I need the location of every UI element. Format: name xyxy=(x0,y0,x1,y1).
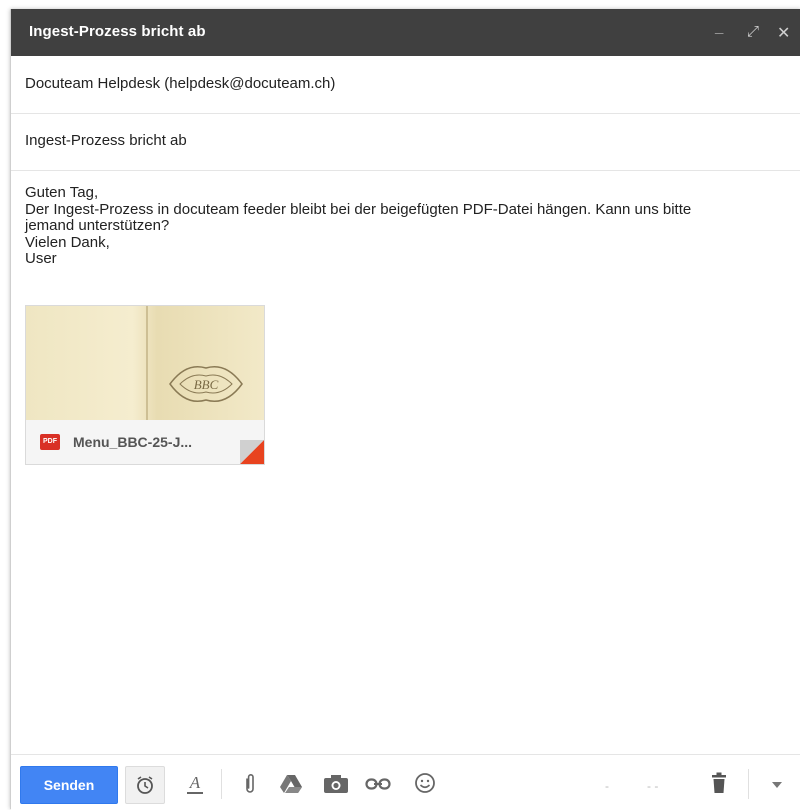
emblem-text: BBC xyxy=(194,377,219,392)
message-body[interactable]: Guten Tag, Der Ingest-Prozess in docutea… xyxy=(25,184,795,268)
compose-toolbar: Senden A - - - xyxy=(11,754,800,810)
discard-icon[interactable] xyxy=(711,772,727,794)
body-line: jemand unterstützen? xyxy=(25,217,170,234)
body-line: Der Ingest-Prozess in docuteam feeder bl… xyxy=(25,200,692,218)
svg-text:A: A xyxy=(189,773,201,792)
attachment-corner-icon xyxy=(240,440,264,464)
attachment-filename: Menu_BBC-25-J... xyxy=(73,434,193,450)
compose-title: Ingest-Prozess bricht ab xyxy=(29,23,206,40)
fullscreen-icon[interactable]: ⤢ xyxy=(747,23,759,40)
body-line: Vielen Dank, xyxy=(25,233,110,251)
pdf-icon: PDF xyxy=(40,434,60,450)
bbc-emblem: BBC xyxy=(169,366,243,402)
body-line: Guten Tag, xyxy=(25,184,99,201)
send-button[interactable]: Senden xyxy=(20,766,118,804)
photo-icon[interactable] xyxy=(323,774,349,794)
recipient-value: Docuteam Helpdesk (helpdesk@docuteam.ch) xyxy=(25,75,336,92)
subject-value: Ingest-Prozess bricht ab xyxy=(25,132,187,149)
more-options-icon[interactable] xyxy=(771,781,783,789)
schedule-send-button[interactable] xyxy=(125,766,165,804)
text-format-icon[interactable]: A xyxy=(183,771,207,797)
minimize-icon[interactable]: _ xyxy=(715,19,723,36)
body-line: User xyxy=(25,250,57,267)
drive-icon[interactable] xyxy=(279,774,303,794)
toolbar-separator xyxy=(221,769,222,799)
attachment-thumbnail: BBC xyxy=(26,306,264,420)
recipient-field[interactable]: Docuteam Helpdesk (helpdesk@docuteam.ch) xyxy=(11,57,800,114)
toolbar-placeholder: - - xyxy=(647,779,659,793)
toolbar-separator xyxy=(748,769,749,799)
emoji-icon[interactable] xyxy=(414,772,436,794)
page-fold xyxy=(146,306,148,420)
link-icon[interactable] xyxy=(365,777,391,791)
attach-icon[interactable] xyxy=(243,772,257,796)
toolbar-placeholder: - xyxy=(605,779,609,793)
subject-field[interactable]: Ingest-Prozess bricht ab xyxy=(11,114,800,171)
schedule-send-icon xyxy=(137,776,153,794)
compose-titlebar[interactable]: Ingest-Prozess bricht ab _ ⤢ ✕ xyxy=(11,9,800,56)
close-icon[interactable]: ✕ xyxy=(777,23,790,43)
compose-window: Ingest-Prozess bricht ab _ ⤢ ✕ Docuteam … xyxy=(10,9,800,810)
attachment-card[interactable]: BBC PDF Menu_BBC-25-J... xyxy=(25,305,265,465)
attachment-footer: PDF Menu_BBC-25-J... xyxy=(26,420,264,464)
